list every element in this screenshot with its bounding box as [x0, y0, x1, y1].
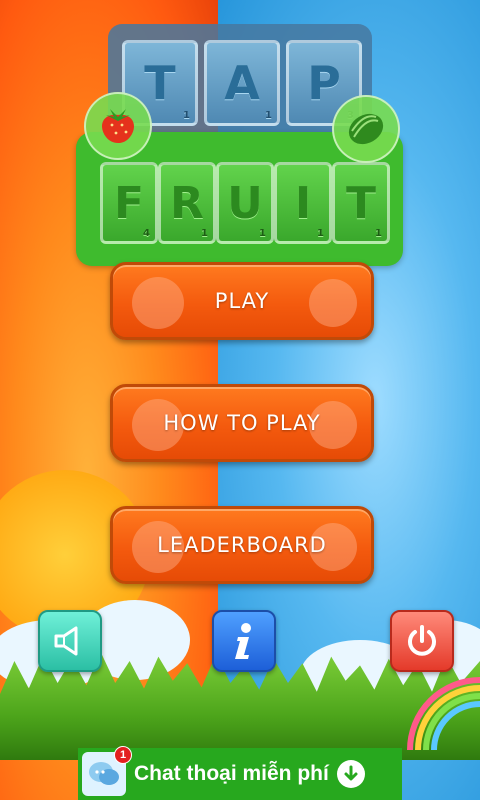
- speaker-icon: [54, 626, 78, 656]
- logo-tile: A 1: [204, 40, 280, 126]
- logo-tile: U 1: [216, 162, 274, 244]
- logo-letter: R: [170, 177, 204, 229]
- play-button[interactable]: PLAY: [110, 262, 374, 340]
- tile-score: 1: [265, 110, 272, 121]
- logo-letter: U: [227, 177, 263, 229]
- power-button[interactable]: [390, 610, 454, 672]
- info-icon: [235, 623, 251, 659]
- leaderboard-button[interactable]: LEADERBOARD: [110, 506, 374, 584]
- tile-score: 1: [317, 228, 324, 239]
- fruit-decoration: [132, 277, 184, 329]
- ad-banner[interactable]: 1 Chat thoại miễn phí: [78, 746, 402, 800]
- play-label: PLAY: [214, 289, 270, 313]
- logo-letter: F: [113, 177, 145, 229]
- logo-tile: F 4: [100, 162, 158, 244]
- logo-tile: R 1: [158, 162, 216, 244]
- logo-tile: I 1: [274, 162, 332, 244]
- tile-score: 1: [183, 110, 190, 121]
- ad-text: Chat thoại miễn phí: [134, 762, 329, 785]
- tile-score: 1: [259, 228, 266, 239]
- power-icon: [408, 625, 436, 656]
- how-to-play-label: HOW TO PLAY: [163, 411, 321, 435]
- logo-tile: T 1: [332, 162, 390, 244]
- how-to-play-button[interactable]: HOW TO PLAY: [110, 384, 374, 462]
- download-icon: [336, 760, 365, 788]
- logo-letter: A: [224, 56, 260, 110]
- strawberry-icon: [84, 92, 152, 160]
- tile-score: 1: [375, 228, 382, 239]
- sound-button[interactable]: [38, 610, 102, 672]
- logo-letter: T: [345, 177, 376, 229]
- logo-letter: P: [307, 56, 341, 110]
- tile-score: 1: [201, 228, 208, 239]
- logo-letter: T: [144, 56, 176, 110]
- notification-badge: 1: [114, 746, 132, 764]
- logo-letter: I: [294, 177, 312, 229]
- grape-decoration: [309, 279, 357, 327]
- chat-app-icon: 1: [82, 746, 132, 796]
- leaderboard-label: LEADERBOARD: [157, 533, 327, 557]
- watermelon-icon: [332, 95, 400, 163]
- info-button[interactable]: [212, 610, 276, 672]
- rainbow-decoration: [407, 677, 480, 750]
- tile-score: 4: [143, 228, 150, 239]
